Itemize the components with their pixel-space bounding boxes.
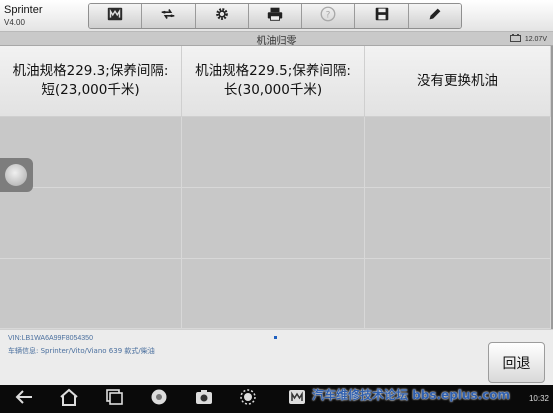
vehicle-info-text: 车辆信息: Sprinter/Vito/Viano 639 款式/柴油 (8, 347, 155, 355)
option-oil-not-changed[interactable]: 没有更换机油 (365, 46, 551, 117)
vin-text: VIN:LB1WA6A99F8054350 (8, 335, 93, 342)
save-button[interactable] (355, 4, 409, 28)
options-grid: 机油规格229.3;保养间隔: 短(23,000千米) 机油规格229.5;保养间… (0, 46, 551, 329)
browser-button[interactable] (148, 389, 170, 409)
recent-apps-icon (104, 388, 124, 410)
brightness-button[interactable] (237, 389, 259, 409)
option-short-interval[interactable]: 机油规格229.3;保养间隔: 短(23,000千米) (0, 46, 182, 117)
app-version: V4.00 (4, 18, 25, 27)
camera-icon (194, 388, 214, 410)
nav-back-button[interactable] (14, 389, 36, 409)
page-indicator (274, 336, 277, 339)
empty-cell (365, 117, 551, 188)
settings-button[interactable] (195, 4, 249, 28)
empty-cell (182, 117, 365, 188)
sub-header: 机油归零 12.07V (0, 32, 553, 47)
vehicle-icon (287, 388, 307, 410)
vehicle-swap-icon (159, 5, 177, 27)
empty-cell (182, 188, 365, 259)
floating-assistive-button[interactable] (0, 158, 33, 192)
back-button[interactable]: 回退 (488, 342, 545, 383)
option-label: 机油规格229.3;保养间隔: 短(23,000千米) (12, 63, 169, 98)
watermark-text: 汽车维修技术论坛 bbs.eplus.com (312, 388, 511, 402)
help-button[interactable]: ? (302, 4, 356, 28)
gear-icon (213, 5, 231, 27)
svg-text:?: ? (326, 11, 331, 21)
print-icon (266, 5, 284, 27)
help-icon: ? (319, 5, 337, 27)
camera-button[interactable] (193, 389, 215, 409)
home-button[interactable] (89, 4, 143, 28)
option-label: 没有更换机油 (417, 72, 498, 89)
clock: 10:32 (528, 394, 549, 403)
circle-icon (5, 164, 27, 186)
save-icon (373, 5, 391, 27)
empty-cell (0, 188, 182, 259)
empty-cell (365, 188, 551, 259)
option-label: 机油规格229.5;保养间隔: 长(30,000千米) (195, 63, 351, 98)
nav-recent-button[interactable] (103, 389, 125, 409)
home-icon (59, 388, 79, 410)
vehicle-app-button[interactable] (286, 389, 308, 409)
brightness-icon (238, 388, 258, 410)
edit-button[interactable] (408, 4, 461, 28)
footer: VIN:LB1WA6A99F8054350 车辆信息: Sprinter/Vit… (0, 329, 553, 385)
app-name: Sprinter (4, 4, 43, 16)
empty-cell (182, 259, 365, 329)
back-icon (15, 388, 35, 410)
top-bar: Sprinter V4.00 ? (0, 0, 553, 32)
system-nav-bar: 汽车维修技术论坛 bbs.eplus.com 10:32 (0, 385, 553, 413)
edit-icon (426, 5, 444, 27)
empty-cell (365, 259, 551, 329)
home-icon (106, 5, 124, 27)
browser-icon (149, 388, 169, 410)
battery-status: 12.07V (509, 34, 547, 44)
option-long-interval[interactable]: 机油规格229.5;保养间隔: 长(30,000千米) (182, 46, 365, 117)
toolbar: ? (88, 3, 462, 29)
battery-icon (509, 34, 522, 44)
vehicle-swap-button[interactable] (142, 4, 196, 28)
empty-cell (0, 259, 182, 329)
nav-home-button[interactable] (58, 388, 80, 410)
print-button[interactable] (248, 4, 303, 28)
page-title: 机油归零 (256, 36, 297, 47)
battery-voltage: 12.07V (524, 35, 547, 43)
